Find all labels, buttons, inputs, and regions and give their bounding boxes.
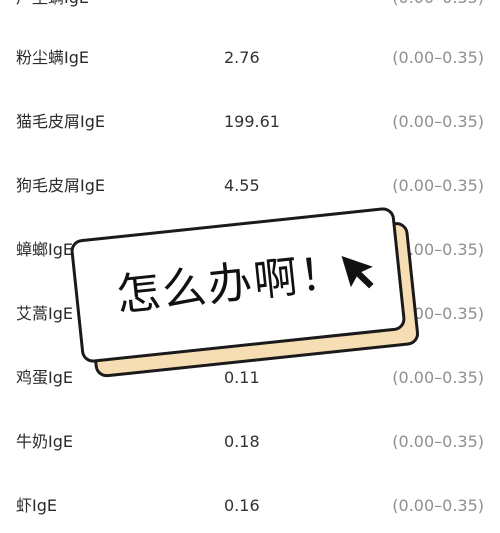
reference-range: (0.00–0.35): [392, 112, 484, 131]
reference-range: (0.00–0.35): [392, 368, 484, 387]
reference-range: (0.00–0.35): [392, 432, 484, 451]
pointer-arrow-icon: [341, 256, 374, 289]
allergen-value: 0.18: [224, 432, 260, 451]
allergen-value: 199.61: [224, 112, 280, 131]
table-row: 户尘螨IgE (0.00–0.35): [0, 0, 500, 18]
allergen-name: 虾IgE: [16, 496, 57, 515]
reference-range: (0.00–0.35): [392, 176, 484, 195]
allergen-name: 粉尘螨IgE: [16, 48, 89, 67]
table-row: 猫毛皮屑IgE 199.61 (0.00–0.35): [0, 102, 500, 142]
allergen-value: 4.55: [224, 176, 260, 195]
table-row: 牛奶IgE 0.18 (0.00–0.35): [0, 422, 500, 462]
allergen-name: 艾蒿IgE: [16, 304, 73, 323]
allergen-name: 猫毛皮屑IgE: [16, 112, 105, 131]
allergen-name: 户尘螨IgE: [16, 0, 89, 18]
table-row: 狗毛皮屑IgE 4.55 (0.00–0.35): [0, 166, 500, 206]
allergen-name: 狗毛皮屑IgE: [16, 176, 105, 195]
allergen-name: 鸡蛋IgE: [16, 368, 73, 387]
allergen-value: 2.76: [224, 48, 260, 67]
sticker-caption: 怎么办啊！: [113, 246, 348, 322]
reference-range: (0.00–0.35): [392, 48, 484, 67]
reference-range: (0.00–0.35): [392, 496, 484, 515]
table-row: 粉尘螨IgE 2.76 (0.00–0.35): [0, 38, 500, 78]
table-row: 虾IgE 0.16 (0.00–0.35): [0, 486, 500, 526]
reference-range: (0.00–0.35): [392, 0, 484, 18]
allergen-name: 牛奶IgE: [16, 432, 73, 451]
allergen-name: 蟑螂IgE: [16, 240, 73, 259]
allergen-value: 0.16: [224, 496, 260, 515]
